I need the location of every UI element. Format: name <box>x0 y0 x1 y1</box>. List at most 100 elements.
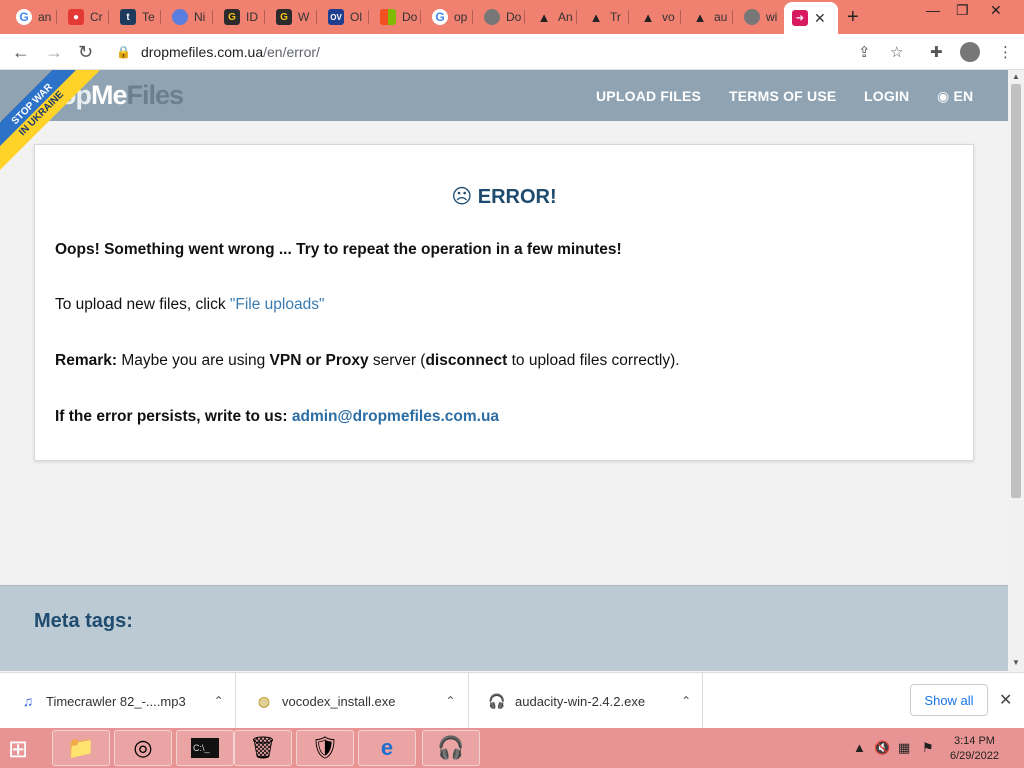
close-window-icon[interactable]: ✕ <box>990 2 1002 19</box>
tab[interactable]: G ID <box>216 4 265 30</box>
tab[interactable]: wi <box>736 4 785 30</box>
tab-label: Do <box>402 10 418 24</box>
g-dark-icon: G <box>224 9 240 25</box>
globe-icon <box>484 9 500 25</box>
tab[interactable]: Do <box>372 4 421 30</box>
volume-muted-icon[interactable]: 🔇 <box>874 740 890 756</box>
tab-label: an <box>38 10 52 24</box>
back-icon[interactable]: ← <box>12 42 30 63</box>
action-center-icon[interactable]: ⚑ <box>922 740 934 756</box>
tab-active[interactable]: ➜ ✕ <box>784 2 838 34</box>
nav-terms-of-use[interactable]: TERMS OF USE <box>729 88 836 104</box>
hill-icon: ▲ <box>537 9 551 25</box>
clock-date: 6/29/2022 <box>950 750 999 762</box>
nav-language[interactable]: ◉ EN <box>937 88 973 105</box>
site-header: opMeFiles UPLOAD FILES TERMS OF USE LOGI… <box>0 70 1008 121</box>
remark-text: Remark: Maybe you are using VPN or Proxy… <box>55 352 680 369</box>
windows-start-icon[interactable]: ⊞ <box>8 735 28 764</box>
scroll-down-icon[interactable]: ▼ <box>1012 658 1020 667</box>
tray-expand-icon[interactable]: ▲ <box>853 740 866 755</box>
tab-label: vo <box>662 10 675 24</box>
globe-icon: ◉ <box>937 88 950 104</box>
tab[interactable]: Gan <box>8 4 57 30</box>
tab[interactable]: OV Ol <box>320 4 369 30</box>
scrollbar-thumb[interactable] <box>1011 84 1021 498</box>
windows-taskbar: ⊞ 📁 ◎ C:\_ 🗑 🛡 e 🎧 ▲ 🔇 ▦ ⚑ 3:14 PM 6/29/… <box>0 728 1024 768</box>
tab[interactable]: Ni <box>164 4 213 30</box>
cmd-icon[interactable]: C:\_ <box>176 730 234 766</box>
nav-login[interactable]: LOGIN <box>864 88 909 104</box>
recycle-bin-icon[interactable]: 🗑 <box>234 730 292 766</box>
installer-icon: ◍ <box>257 692 271 709</box>
download-filename: Timecrawler 82_-....mp3 <box>46 693 186 709</box>
forward-icon[interactable]: → <box>45 42 63 63</box>
hill-icon: ▲ <box>589 9 603 25</box>
download-shelf: ♫ Timecrawler 82_-....mp3 ⌃ ◍ vocodex_in… <box>0 672 1024 729</box>
address-bar[interactable]: 🔒 dropmefiles.com.ua /en/error/ <box>106 38 918 66</box>
tab-label: Cr <box>90 10 103 24</box>
hill-icon: ▲ <box>641 9 655 25</box>
nav-upload-files[interactable]: UPLOAD FILES <box>596 88 701 104</box>
clock-time: 3:14 PM <box>953 735 995 747</box>
tab-label: Tr <box>610 10 621 24</box>
audacity-icon: 🎧 <box>488 692 506 709</box>
microsoft-icon <box>380 9 396 25</box>
tab[interactable]: ● Cr <box>60 4 109 30</box>
page-scrollbar[interactable]: ▲ ▼ <box>1008 70 1024 671</box>
file-uploads-link[interactable]: "File uploads" <box>230 296 325 313</box>
chrome-icon[interactable]: ◎ <box>114 730 172 766</box>
tab-label: op <box>454 10 468 24</box>
extensions-icon[interactable]: ✚ <box>930 43 943 61</box>
google-icon: G <box>432 9 448 25</box>
dropmefiles-icon: ➜ <box>792 10 808 26</box>
chevron-up-icon[interactable]: ⌃ <box>214 694 224 708</box>
hill-icon: ▲ <box>693 9 707 25</box>
tab-label: W <box>298 10 310 24</box>
taskbar-clock[interactable]: 3:14 PM 6/29/2022 <box>950 734 999 764</box>
star-icon[interactable]: ☆ <box>890 43 903 61</box>
show-all-button[interactable]: Show all <box>910 684 988 716</box>
reload-icon[interactable]: ↻ <box>78 42 93 63</box>
explorer-icon[interactable]: 📁 <box>52 730 110 766</box>
tab[interactable]: ▲ Tr <box>580 4 629 30</box>
upload-hint: To upload new files, click "File uploads… <box>55 296 325 313</box>
tab[interactable]: ▲ au <box>684 4 733 30</box>
chevron-up-icon[interactable]: ⌃ <box>445 694 455 708</box>
google-icon: G <box>16 9 32 25</box>
close-tab-icon[interactable]: ✕ <box>814 10 826 27</box>
page-viewport: opMeFiles UPLOAD FILES TERMS OF USE LOGI… <box>0 70 1008 671</box>
url-host: dropmefiles.com.ua <box>140 44 264 60</box>
tab[interactable]: GW <box>268 4 317 30</box>
download-item[interactable]: 🎧 audacity-win-2.4.2.exe ⌃ <box>469 673 703 729</box>
tab[interactable]: ▲ vo <box>632 4 681 30</box>
tab[interactable]: Do <box>476 4 525 30</box>
scroll-up-icon[interactable]: ▲ <box>1012 72 1020 81</box>
download-item[interactable]: ♫ Timecrawler 82_-....mp3 ⌃ <box>0 673 236 729</box>
restore-icon[interactable]: ❐ <box>956 2 969 19</box>
g-dark-icon: G <box>276 9 292 25</box>
minimize-icon[interactable]: — <box>926 2 940 18</box>
network-icon[interactable]: ▦ <box>898 740 910 756</box>
browser-tab-strip: Gan ● Cr t Te Ni G ID GW OV Ol Do Gop Do ▲ An… <box>0 0 1024 34</box>
close-shelf-icon[interactable]: ✕ <box>999 690 1012 710</box>
internet-explorer-icon[interactable]: e <box>358 730 416 766</box>
ov-icon: OV <box>328 9 344 25</box>
chevron-up-icon[interactable]: ⌃ <box>681 694 691 708</box>
security-shield-icon[interactable]: 🛡 <box>296 730 354 766</box>
menu-kebab-icon[interactable]: ⋮ <box>998 43 1013 61</box>
new-tab-button[interactable]: + <box>847 6 859 29</box>
tab-label: wi <box>766 10 778 24</box>
audacity-taskbar-icon[interactable]: 🎧 <box>422 730 480 766</box>
tab-label: Do <box>506 10 522 24</box>
profile-avatar[interactable] <box>960 42 980 62</box>
url-path: /en/error/ <box>263 44 320 60</box>
support-email-link[interactable]: admin@dropmefiles.com.ua <box>292 408 499 425</box>
error-title: ☹ ERROR! <box>451 186 557 208</box>
tab[interactable]: Gop <box>424 4 473 30</box>
tab-label: Ni <box>194 10 206 24</box>
tab[interactable]: t Te <box>112 4 161 30</box>
download-item[interactable]: ◍ vocodex_install.exe ⌃ <box>236 673 469 729</box>
share-icon[interactable]: ⇪ <box>858 43 871 61</box>
tab-label: ID <box>246 10 258 24</box>
tab[interactable]: ▲ An <box>528 4 577 30</box>
